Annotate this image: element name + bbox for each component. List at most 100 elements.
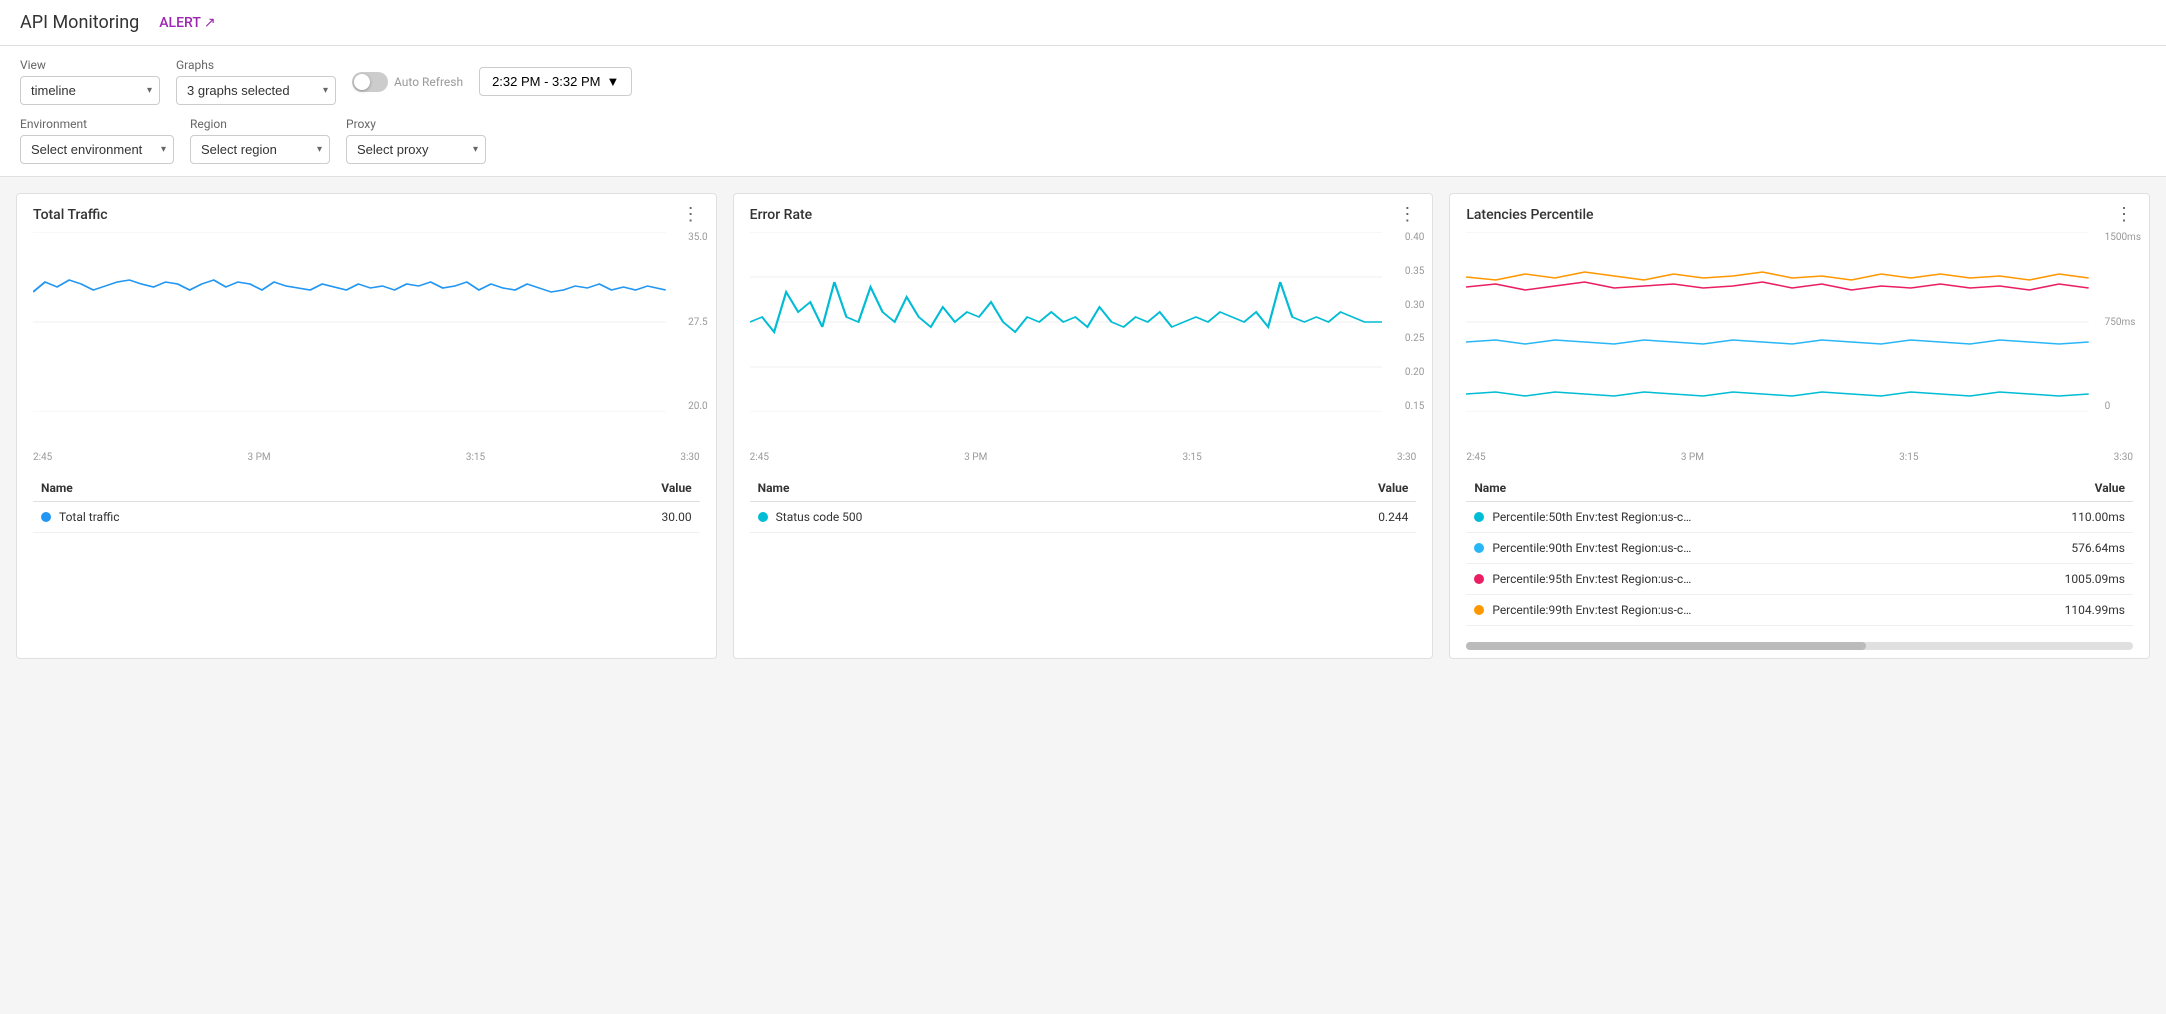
latency-name-2: Percentile:95th Env:test Region:us-centr…	[1492, 572, 1692, 586]
app-title: API Monitoring	[20, 12, 139, 33]
time-range-value: 2:32 PM - 3:32 PM	[492, 74, 600, 89]
proxy-group: Proxy Select proxy ▾	[346, 117, 486, 164]
er-col-name: Name	[758, 481, 790, 495]
table-row: Percentile:90th Env:test Region:us-centr…	[1466, 533, 2133, 564]
total-traffic-title: Total Traffic	[33, 207, 108, 223]
error-rate-svg	[750, 232, 1383, 412]
view-select[interactable]: timeline	[20, 76, 160, 105]
alert-label: ALERT	[159, 15, 201, 31]
region-label: Region	[190, 117, 330, 131]
er-x-0: 2:45	[750, 452, 769, 463]
er-col-value: Value	[1378, 481, 1408, 495]
latency-name-3: Percentile:99th Env:test Region:us-centr…	[1492, 603, 1692, 617]
latencies-card: Latencies Percentile ⋮ 1500ms 750ms 0	[1449, 193, 2150, 659]
error-rate-header: Error Rate ⋮	[734, 194, 1433, 232]
time-range-button[interactable]: 2:32 PM - 3:32 PM ▼	[479, 67, 632, 96]
lat-x-2: 3:15	[1899, 452, 1918, 463]
total-traffic-row-name: Total traffic	[41, 510, 120, 524]
lat-y-min: 0	[2105, 401, 2141, 412]
region-select[interactable]: Select region	[190, 135, 330, 164]
total-traffic-x-labels: 2:45 3 PM 3:15 3:30	[17, 452, 716, 463]
latency-name-1: Percentile:90th Env:test Region:us-centr…	[1492, 541, 1692, 555]
latencies-header: Latencies Percentile ⋮	[1450, 194, 2149, 232]
er-y-mid3: 0.25	[1405, 333, 1425, 344]
latency-value-0: 110.00ms	[2071, 510, 2125, 524]
total-traffic-header: Total Traffic ⋮	[17, 194, 716, 232]
error-rate-name: Status code 500	[776, 510, 863, 524]
latency-name-0: Percentile:50th Env:test Region:us-centr…	[1492, 510, 1692, 524]
auto-refresh-label: Auto Refresh	[394, 75, 463, 89]
error-rate-x-labels: 2:45 3 PM 3:15 3:30	[734, 452, 1433, 463]
latency-row-name-0: Percentile:50th Env:test Region:us-centr…	[1474, 510, 1692, 524]
error-rate-menu[interactable]: ⋮	[1398, 206, 1416, 224]
auto-refresh-toggle[interactable]	[352, 72, 388, 92]
lat-y-mid: 750ms	[2105, 317, 2141, 328]
latency-dot-0	[1474, 512, 1484, 522]
lat-x-0: 2:45	[1466, 452, 1485, 463]
y-label-min: 20.0	[688, 401, 708, 412]
latency-value-2: 1005.09ms	[2065, 572, 2125, 586]
latency-dot-1	[1474, 543, 1484, 553]
er-x-3: 3:30	[1397, 452, 1416, 463]
environment-select[interactable]: Select environment	[20, 135, 174, 164]
table-row: Percentile:99th Env:test Region:us-centr…	[1466, 595, 2133, 626]
toolbar-row-2: Environment Select environment ▾ Region …	[20, 117, 2146, 164]
x-label-0: 2:45	[33, 452, 52, 463]
toolbar: View timeline ▾ Graphs 3 graphs selected…	[0, 46, 2166, 177]
table-row: Status code 500 0.244	[750, 502, 1417, 533]
total-traffic-svg	[33, 232, 666, 412]
er-y-mid4: 0.20	[1405, 367, 1425, 378]
er-y-mid2: 0.30	[1405, 300, 1425, 311]
lat-x-3: 3:30	[2114, 452, 2133, 463]
toggle-knob	[354, 74, 370, 90]
error-rate-table: Name Value Status code 500 0.244	[734, 467, 1433, 549]
total-traffic-table-header: Name Value	[33, 475, 700, 502]
error-rate-value: 0.244	[1378, 510, 1408, 524]
total-traffic-table: Name Value Total traffic 30.00	[17, 467, 716, 549]
latencies-menu[interactable]: ⋮	[2115, 206, 2133, 224]
er-x-2: 3:15	[1183, 452, 1202, 463]
y-label-max: 35.0	[688, 232, 708, 243]
total-traffic-value: 30.00	[662, 510, 692, 524]
header: API Monitoring ALERT ↗	[0, 0, 2166, 46]
latency-value-3: 1104.99ms	[2065, 603, 2125, 617]
region-select-wrapper: Select region ▾	[190, 135, 330, 164]
proxy-select[interactable]: Select proxy	[346, 135, 486, 164]
x-label-2: 3:15	[466, 452, 485, 463]
latencies-x-labels: 2:45 3 PM 3:15 3:30	[1450, 452, 2149, 463]
error-rate-title: Error Rate	[750, 207, 813, 223]
total-traffic-name: Total traffic	[59, 510, 120, 524]
latency-dot-2	[1474, 574, 1484, 584]
graphs-select[interactable]: 3 graphs selected	[176, 76, 336, 105]
latencies-svg	[1466, 232, 2089, 412]
er-y-min: 0.15	[1405, 401, 1425, 412]
latencies-scrollbar[interactable]	[1466, 642, 2133, 650]
latency-row-name-2: Percentile:95th Env:test Region:us-centr…	[1474, 572, 1692, 586]
total-traffic-col-value: Value	[661, 481, 691, 495]
environment-label: Environment	[20, 117, 174, 131]
table-row: Percentile:50th Env:test Region:us-centr…	[1466, 502, 2133, 533]
er-y-max: 0.40	[1405, 232, 1425, 243]
total-traffic-card: Total Traffic ⋮ 35.0 27.5 20.0 2:45 3 PM…	[16, 193, 717, 659]
scrollbar-thumb	[1466, 642, 1866, 650]
alert-link[interactable]: ALERT ↗	[159, 15, 215, 31]
graphs-group: Graphs 3 graphs selected ▾	[176, 58, 336, 105]
latencies-table: Name Value Percentile:50th Env:test Regi…	[1450, 467, 2149, 642]
total-traffic-dot	[41, 512, 51, 522]
latency-row-name-3: Percentile:99th Env:test Region:us-centr…	[1474, 603, 1692, 617]
charts-container: Total Traffic ⋮ 35.0 27.5 20.0 2:45 3 PM…	[0, 177, 2166, 675]
graphs-label: Graphs	[176, 58, 336, 72]
lat-x-1: 3 PM	[1681, 452, 1704, 463]
er-x-1: 3 PM	[964, 452, 987, 463]
auto-refresh-wrapper: Auto Refresh	[352, 72, 463, 92]
total-traffic-col-name: Name	[41, 481, 73, 495]
proxy-select-wrapper: Select proxy ▾	[346, 135, 486, 164]
latencies-chart-area: 1500ms 750ms 0	[1450, 232, 2149, 452]
error-rate-card: Error Rate ⋮ 0.40 0.35 0.30 0.25 0.20 0.…	[733, 193, 1434, 659]
graphs-select-wrapper: 3 graphs selected ▾	[176, 76, 336, 105]
view-select-wrapper: timeline ▾	[20, 76, 160, 105]
region-group: Region Select region ▾	[190, 117, 330, 164]
lat-col-value: Value	[2095, 481, 2125, 495]
total-traffic-menu[interactable]: ⋮	[682, 206, 700, 224]
total-traffic-y-labels: 35.0 27.5 20.0	[688, 232, 708, 412]
